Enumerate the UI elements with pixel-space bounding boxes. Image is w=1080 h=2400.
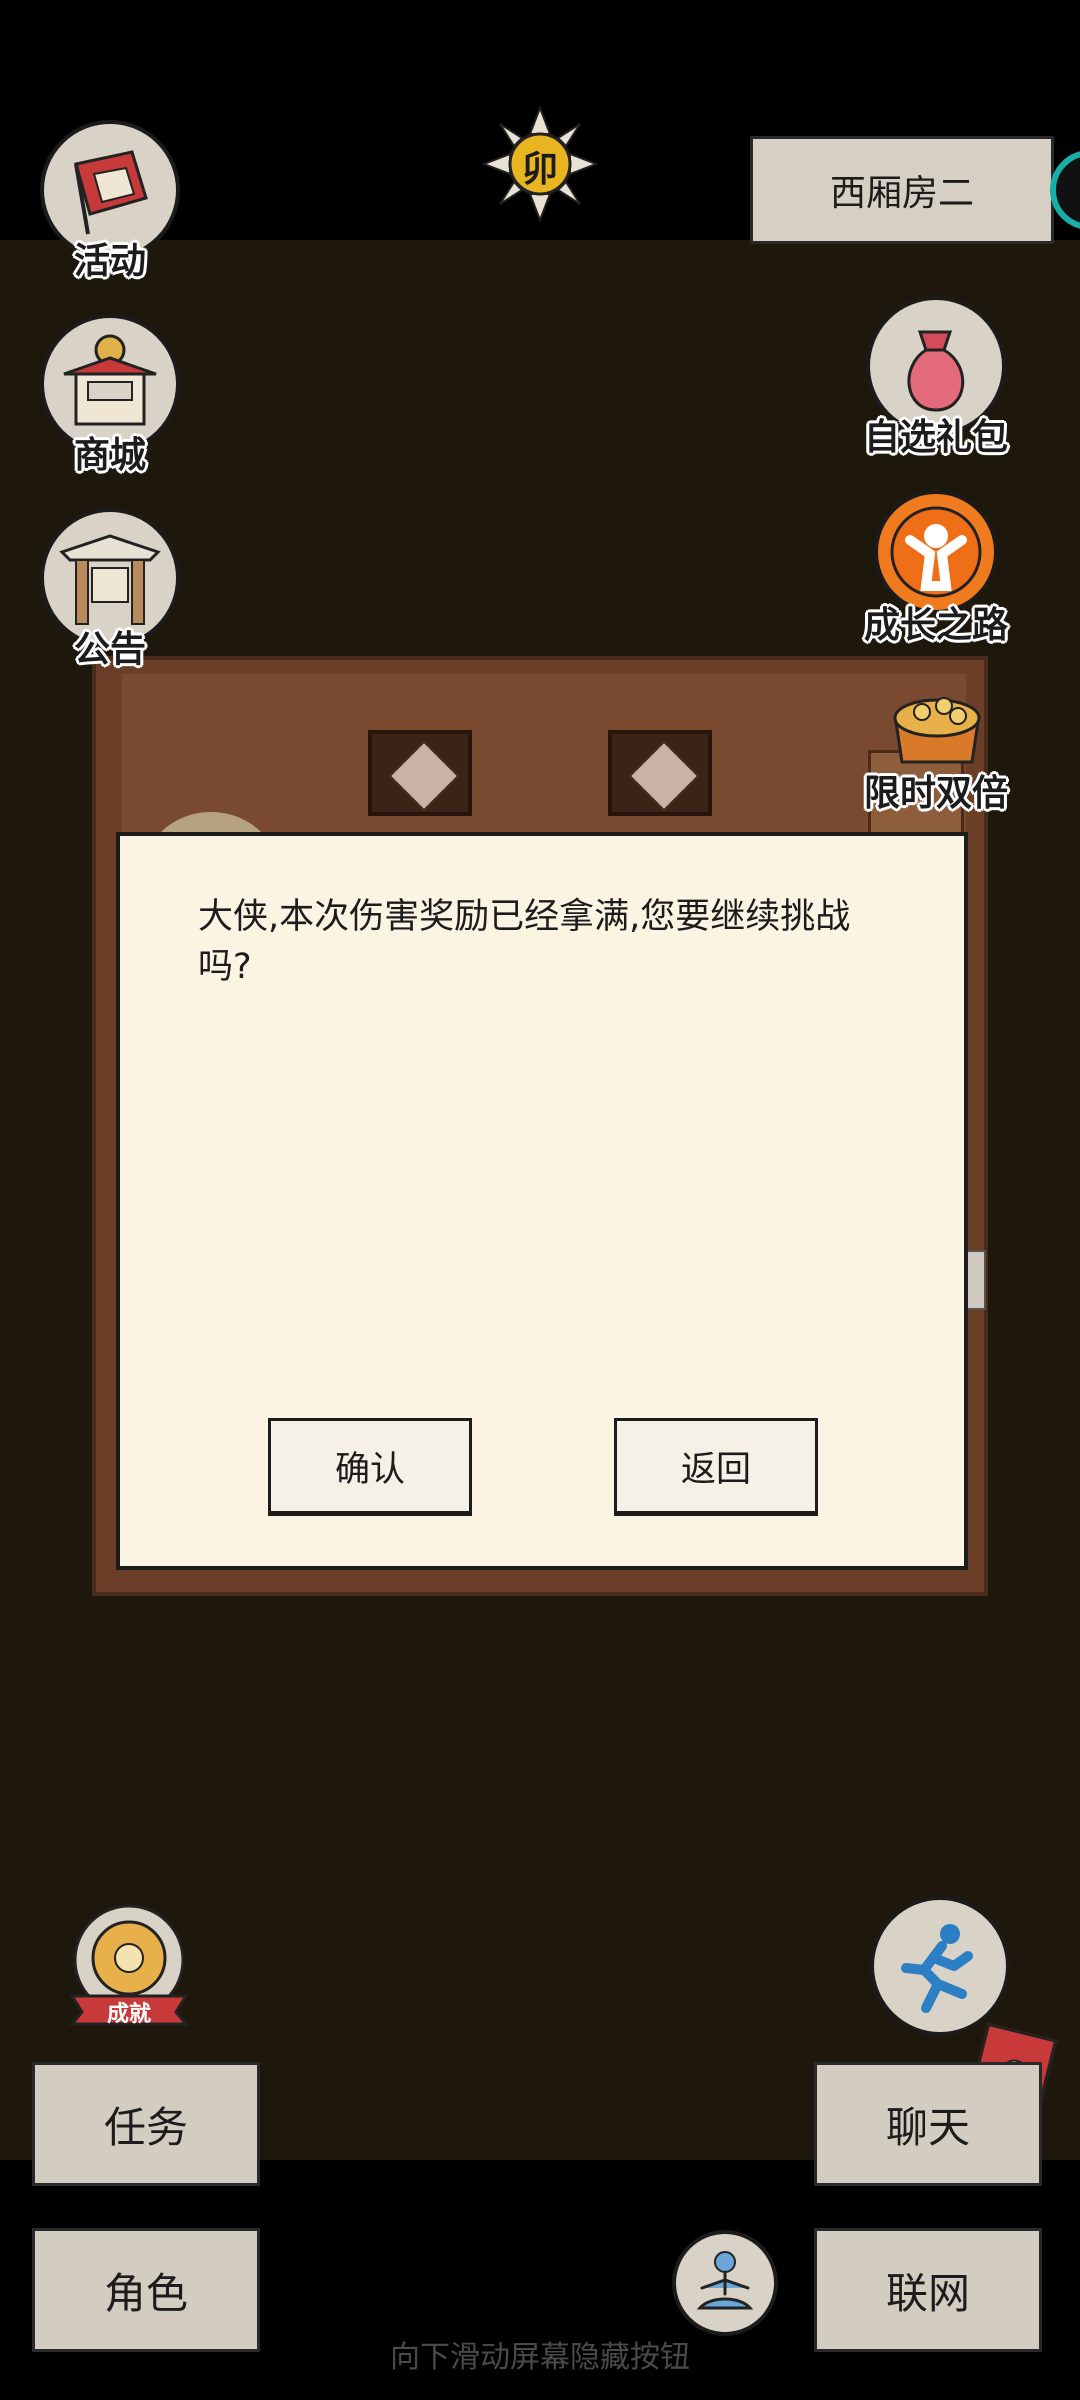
activity-label: 活动 — [73, 241, 146, 282]
confirm-dialog: 大侠,本次伤害奖励已经拿满,您要继续挑战吗? 确认 返回 — [116, 832, 968, 1570]
achievement-label: 成就 — [106, 2002, 151, 2027]
time-emblem[interactable]: 卯 — [480, 104, 600, 224]
dialog-message: 大侠,本次伤害奖励已经拿满,您要继续挑战吗? — [198, 897, 851, 987]
meditate-button[interactable] — [672, 2230, 778, 2336]
meditation-figure-icon — [696, 2251, 754, 2310]
notice-board-icon — [59, 534, 161, 625]
system-hint: 向下滑动屏幕隐藏按钮 — [390, 2340, 690, 2375]
confirm-button[interactable]: 确认 — [268, 1418, 472, 1516]
sprint-button[interactable] — [870, 1896, 1010, 2036]
treasure-chest-icon — [893, 697, 981, 764]
notice-label: 公告 — [73, 629, 146, 670]
shop-label: 商城 — [73, 435, 146, 476]
growth-figure-icon — [890, 506, 982, 598]
window-right — [608, 730, 712, 816]
chat-button[interactable]: 聊天 — [814, 2062, 1042, 2186]
shop-stall-icon — [63, 334, 157, 426]
window-left — [368, 730, 472, 816]
growth-path-label: 成长之路 — [863, 605, 1008, 646]
double-reward-label: 限时双倍 — [863, 773, 1008, 814]
gift-bag-icon — [907, 330, 965, 412]
task-button[interactable]: 任务 — [32, 2062, 260, 2186]
flag-icon — [74, 150, 148, 235]
achievement-button[interactable]: 成就 — [64, 1900, 194, 2030]
gift-pack-label: 自选礼包 — [863, 417, 1008, 458]
double-reward-button[interactable] — [882, 672, 992, 768]
running-figure-icon — [901, 1924, 973, 2013]
location-label[interactable]: 西厢房二 — [750, 136, 1054, 244]
back-button[interactable]: 返回 — [614, 1418, 818, 1516]
time-emblem-text: 卯 — [521, 149, 558, 190]
